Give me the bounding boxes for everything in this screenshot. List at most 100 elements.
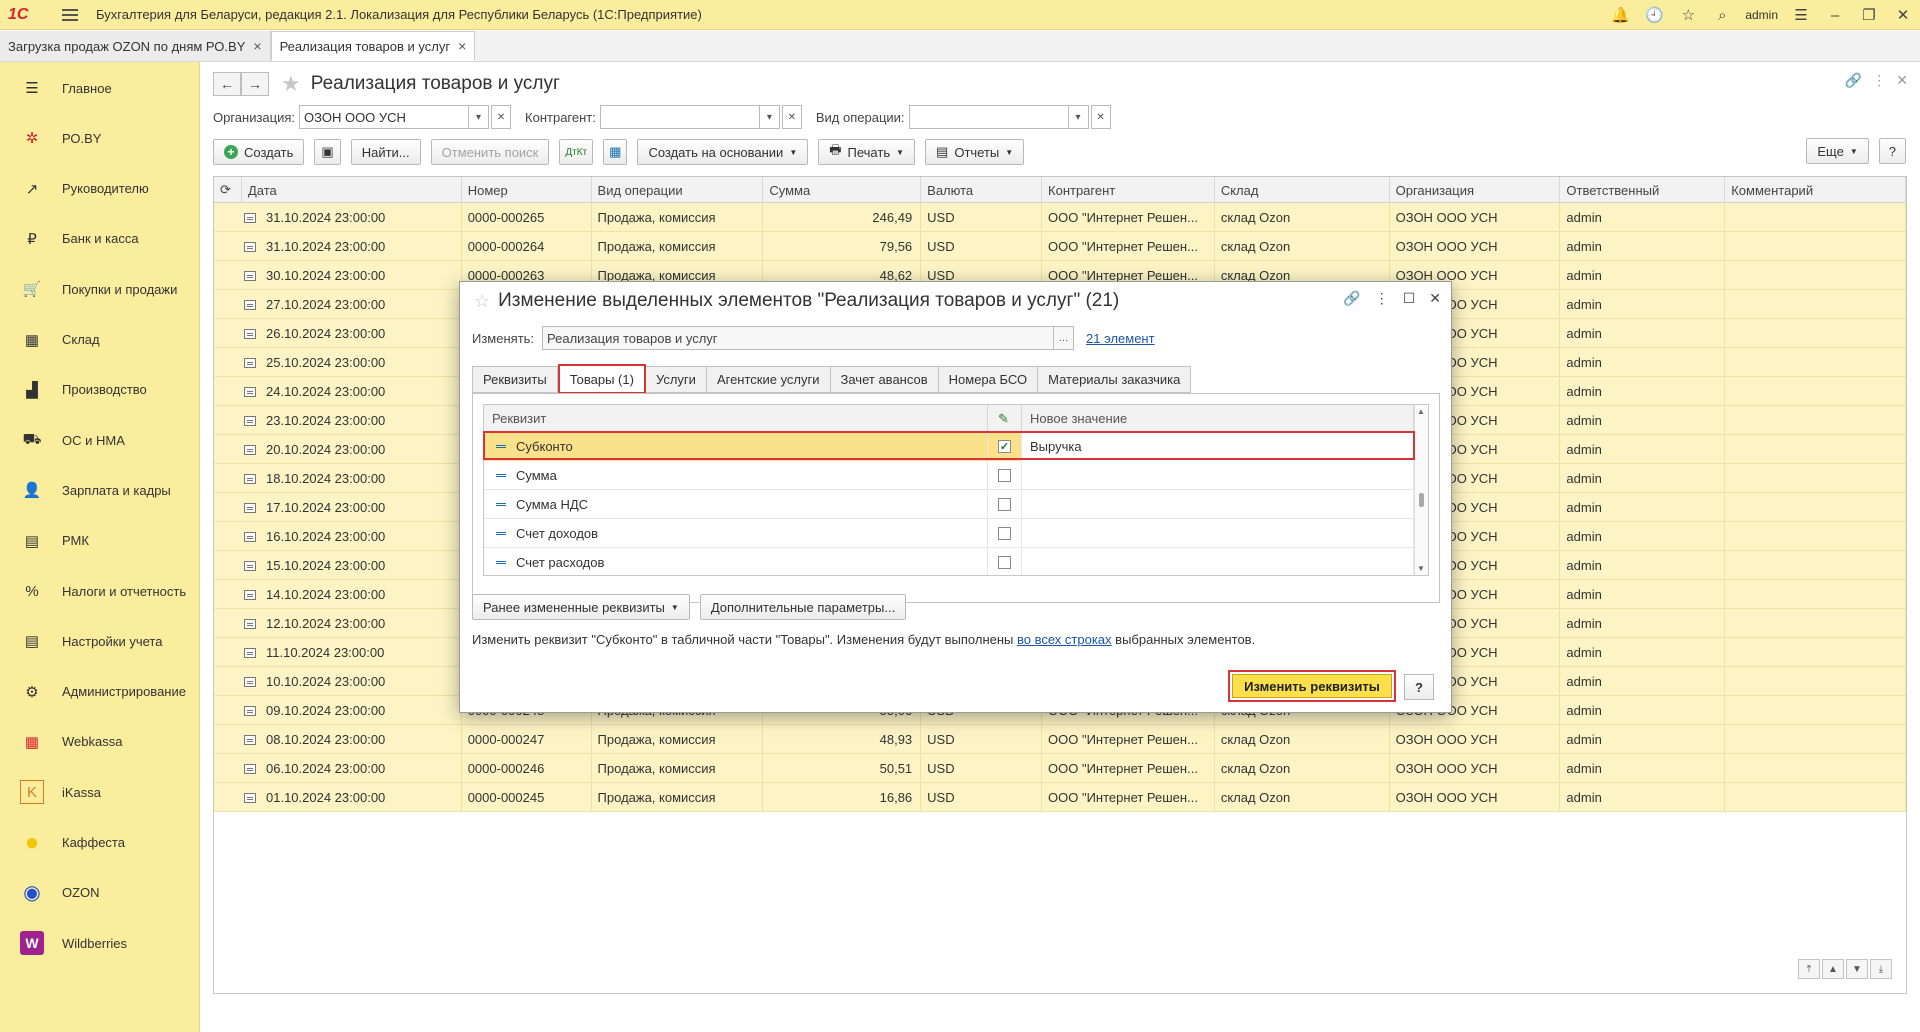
table-row[interactable]: 06.10.2024 23:00:00 0000-000246 Продажа, к… bbox=[214, 754, 1906, 783]
sidebar-item[interactable]: 🛒 Покупки и продажи bbox=[0, 269, 200, 309]
close-form-icon[interactable]: ✕ bbox=[1896, 72, 1908, 89]
more-button[interactable]: Еще ▼ bbox=[1806, 138, 1869, 164]
dialog-help-button[interactable]: ? bbox=[1404, 674, 1434, 700]
help-button[interactable]: ? bbox=[1878, 138, 1906, 164]
find-button[interactable]: Найти... bbox=[350, 139, 421, 165]
attribute-row[interactable]: Сумма НДС bbox=[484, 490, 1428, 519]
sidebar-item[interactable]: ▤ РМК bbox=[0, 521, 200, 561]
column-header[interactable]: Вид операции bbox=[592, 177, 764, 203]
print-button[interactable]: 🖶 Печать ▼ bbox=[818, 139, 916, 165]
scroll-up-icon[interactable]: ▲ bbox=[1822, 959, 1844, 979]
dialog-tab[interactable]: Номера БСО bbox=[938, 366, 1039, 393]
back-button[interactable]: ← bbox=[213, 72, 241, 96]
user-name[interactable]: admin bbox=[1739, 8, 1784, 22]
close-tab-icon[interactable]: × bbox=[253, 38, 261, 54]
sidebar-item[interactable]: ◉ OZON bbox=[0, 873, 200, 913]
more-icon[interactable]: ⋮ bbox=[1872, 72, 1886, 89]
sidebar-item[interactable]: ↗ Руководителю bbox=[0, 169, 200, 209]
dropdown-icon[interactable]: ▾ bbox=[1068, 105, 1089, 129]
sidebar-item[interactable]: ₽ Банк и касса bbox=[0, 219, 200, 259]
star-icon[interactable]: ☆ bbox=[474, 291, 490, 312]
sidebar-item[interactable]: ▦ Склад bbox=[0, 320, 200, 360]
refresh-icon[interactable]: ⟳ bbox=[214, 177, 242, 203]
close-icon[interactable]: ✕ bbox=[1886, 0, 1920, 30]
select-icon[interactable]: … bbox=[1054, 326, 1075, 350]
change-checkbox[interactable] bbox=[998, 556, 1011, 569]
change-field[interactable]: Реализация товаров и услуг bbox=[542, 326, 1055, 350]
column-header[interactable]: Номер bbox=[462, 177, 592, 203]
clear-icon[interactable]: ✕ bbox=[781, 105, 802, 129]
history-icon[interactable]: 🕘 bbox=[1637, 0, 1671, 30]
star-icon[interactable]: ★ bbox=[281, 71, 301, 97]
main-menu-icon[interactable] bbox=[62, 8, 82, 21]
sidebar-item[interactable]: ☰ Главное bbox=[0, 68, 200, 108]
dialog-tab[interactable]: Реквизиты bbox=[472, 366, 558, 393]
contractor-field[interactable] bbox=[599, 105, 760, 129]
copy-button[interactable]: ▣ bbox=[314, 139, 341, 165]
clear-icon[interactable]: ✕ bbox=[1090, 105, 1111, 129]
column-header[interactable]: Дата bbox=[242, 177, 462, 203]
sidebar-item[interactable]: % Налоги и отчетность bbox=[0, 571, 200, 611]
favorites-icon[interactable]: ☆ bbox=[1671, 0, 1705, 30]
sidebar-item[interactable]: 👤 Зарплата и кадры bbox=[0, 470, 200, 510]
column-header[interactable]: Сумма bbox=[763, 177, 922, 203]
scroll-up-icon[interactable]: ▲ bbox=[1417, 407, 1425, 416]
table-row[interactable]: 31.10.2024 23:00:00 0000-000264 Продажа, к… bbox=[214, 232, 1906, 261]
sidebar-item[interactable]: ✲ РО.BY bbox=[0, 118, 200, 158]
dialog-tab[interactable]: Услуги bbox=[645, 366, 707, 393]
new-value-cell[interactable] bbox=[1022, 519, 1414, 548]
sidebar-item[interactable]: KiKassa bbox=[0, 772, 200, 812]
sidebar-item[interactable]: ▟ Производство bbox=[0, 370, 200, 410]
column-header[interactable]: Ответственный bbox=[1560, 177, 1726, 203]
all-rows-link[interactable]: во всех строках bbox=[1017, 632, 1112, 647]
change-checkbox[interactable] bbox=[998, 527, 1011, 540]
tab-sales[interactable]: Реализация товаров и услуг × bbox=[270, 31, 476, 61]
dropdown-icon[interactable]: ▾ bbox=[759, 105, 780, 129]
scroll-bottom-icon[interactable]: ⤓ bbox=[1870, 959, 1892, 979]
create-based-button[interactable]: Создать на основании ▼ bbox=[637, 139, 809, 165]
additional-params-button[interactable]: Дополнительные параметры... bbox=[699, 594, 907, 620]
table-row[interactable]: 31.10.2024 23:00:00 0000-000265 Продажа, к… bbox=[214, 203, 1906, 232]
new-value-cell[interactable] bbox=[1022, 490, 1414, 519]
search-icon[interactable]: ⌕ bbox=[1705, 0, 1739, 30]
scroll-thumb[interactable] bbox=[1419, 493, 1424, 507]
dialog-tab[interactable]: Материалы заказчика bbox=[1038, 366, 1192, 393]
close-tab-icon[interactable]: × bbox=[458, 38, 466, 54]
tab-ozon-import[interactable]: Загрузка продаж OZON по дням РО.BY × bbox=[0, 31, 271, 61]
sidebar-item[interactable]: ⛟ ОС и НМА bbox=[0, 420, 200, 460]
column-header[interactable]: Валюта bbox=[921, 177, 1043, 203]
change-checkbox[interactable] bbox=[998, 469, 1011, 482]
link-icon[interactable]: 🔗 bbox=[1845, 72, 1862, 89]
org-field[interactable]: ОЗОН ООО УСН bbox=[299, 105, 470, 129]
attribute-row[interactable]: Сумма bbox=[484, 461, 1428, 490]
restore-icon[interactable]: ❐ bbox=[1852, 0, 1886, 30]
cancel-search-button[interactable]: Отменить поиск bbox=[430, 139, 550, 165]
dialog-tab[interactable]: Агентские услуги bbox=[706, 366, 831, 393]
sidebar-item[interactable]: ● Каффеста bbox=[0, 823, 200, 863]
column-header[interactable]: Организация bbox=[1390, 177, 1561, 203]
dialog-tab[interactable]: Товары (1) bbox=[557, 364, 646, 394]
new-value-cell[interactable] bbox=[1022, 548, 1414, 575]
scroll-top-icon[interactable]: ⤒ bbox=[1798, 959, 1820, 979]
bell-icon[interactable]: 🔔 bbox=[1603, 0, 1637, 30]
dropdown-icon[interactable]: ▾ bbox=[469, 105, 490, 129]
minimize-icon[interactable]: – bbox=[1818, 0, 1852, 30]
maximize-icon[interactable]: ☐ bbox=[1403, 290, 1416, 307]
close-dialog-icon[interactable]: ✕ bbox=[1429, 290, 1441, 307]
sidebar-item[interactable]: W Wildberries bbox=[0, 923, 200, 963]
scroll-down-icon[interactable]: ▼ bbox=[1417, 564, 1425, 573]
table-row[interactable]: 01.10.2024 23:00:00 0000-000245 Продажа, к… bbox=[214, 783, 1906, 812]
col-attribute[interactable]: Реквизит bbox=[484, 405, 988, 432]
postings-button[interactable]: ДтКт bbox=[559, 139, 594, 165]
attribute-row[interactable]: Счет доходов bbox=[484, 519, 1428, 548]
apply-changes-button[interactable]: Изменить реквизиты bbox=[1232, 674, 1392, 698]
column-header[interactable]: Комментарий bbox=[1725, 177, 1906, 203]
reports-button[interactable]: ▤ Отчеты ▼ bbox=[925, 139, 1025, 165]
forward-button[interactable]: → bbox=[241, 72, 269, 96]
col-new-value[interactable]: Новое значение bbox=[1022, 405, 1414, 432]
sidebar-item[interactable]: ▦ Webkassa bbox=[0, 722, 200, 762]
operation-field[interactable] bbox=[908, 105, 1069, 129]
table-row[interactable]: 08.10.2024 23:00:00 0000-000247 Продажа, к… bbox=[214, 725, 1906, 754]
change-checkbox[interactable] bbox=[998, 498, 1011, 511]
clear-icon[interactable]: ✕ bbox=[491, 105, 512, 129]
